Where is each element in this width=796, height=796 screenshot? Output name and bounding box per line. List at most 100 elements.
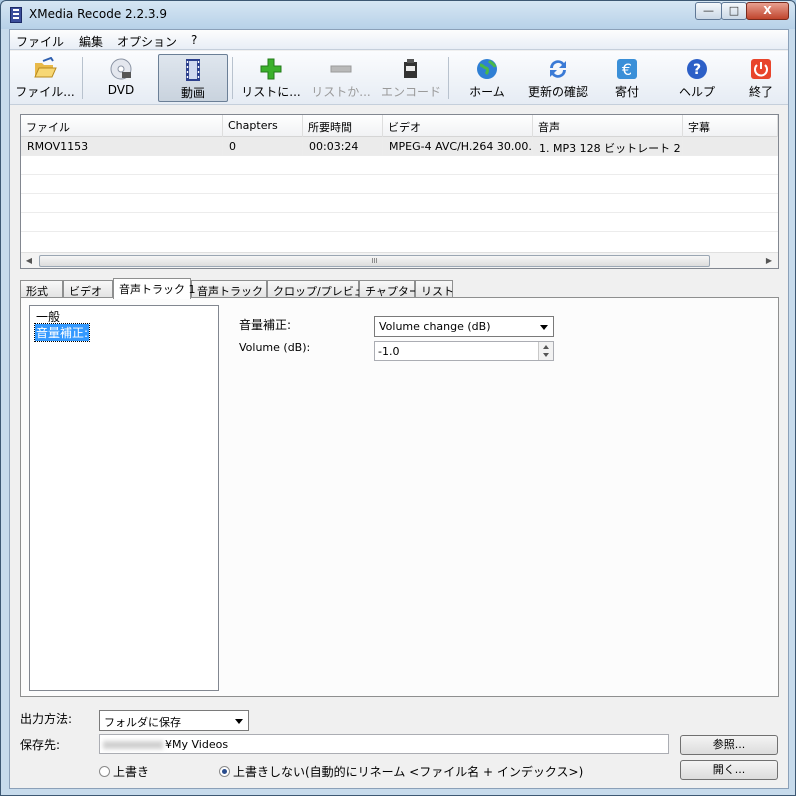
horizontal-scrollbar[interactable]: ◀ III ▶ — [21, 252, 778, 268]
title-bar[interactable]: XMedia Recode 2.2.3.9 — □ X — [1, 1, 795, 29]
table-row — [21, 232, 778, 251]
plus-icon — [260, 58, 282, 80]
radio-dot-selected — [219, 766, 230, 777]
audio-track-panel: 一般 音量補正: 音量補正: Volume change (dB) Volume… — [20, 297, 779, 697]
tab-chapters[interactable]: チャプター — [359, 280, 420, 298]
file-list[interactable]: ファイル Chapters 所要時間 ビデオ 音声 字幕 RMOV1153 0 … — [20, 114, 779, 269]
film-icon — [186, 59, 200, 81]
save-path-value: ¥My Videos — [165, 738, 229, 751]
column-subtitle[interactable]: 字幕 — [683, 115, 778, 137]
tab-list[interactable]: リスト — [415, 280, 454, 298]
exit-button[interactable]: 終了 — [736, 54, 786, 102]
open-file-button[interactable]: ファイル... — [12, 54, 78, 102]
tab-audio-track-1[interactable]: 音声トラック 1 — [113, 278, 196, 299]
volume-correction-label: 音量補正: — [239, 318, 292, 332]
no-overwrite-radio[interactable]: 上書きしない(自動的にリネーム <ファイル名 + インデックス>) — [219, 763, 583, 780]
tab-audio-track-2[interactable]: 音声トラック 2 — [191, 280, 274, 298]
settings-tree[interactable]: 一般 音量補正: — [29, 305, 219, 691]
encode-button[interactable]: エンコード — [376, 54, 446, 102]
app-window: XMedia Recode 2.2.3.9 — □ X ファイル 編集 オプショ… — [0, 0, 796, 796]
toolbar-separator — [82, 57, 83, 99]
film-strip-icon — [10, 7, 22, 23]
help-icon: ? — [687, 59, 707, 79]
menu-file[interactable]: ファイル — [16, 33, 64, 50]
output-method-label: 出力方法: — [20, 712, 73, 726]
save-path-field[interactable]: ¥My Videos — [99, 734, 669, 754]
chevron-down-icon — [235, 719, 243, 724]
table-row — [21, 156, 778, 175]
column-chapters[interactable]: Chapters — [223, 115, 303, 137]
scroll-thumb[interactable]: III — [39, 255, 710, 267]
browse-button[interactable]: 参照... — [680, 735, 778, 755]
table-row — [21, 213, 778, 232]
cell-duration: 00:03:24 — [303, 137, 383, 156]
chevron-down-icon — [540, 325, 548, 330]
cell-video: MPEG-4 AVC/H.264 30.00... — [383, 137, 533, 156]
svg-text:€: € — [622, 60, 632, 79]
column-video[interactable]: ビデオ — [383, 115, 533, 137]
table-row — [21, 194, 778, 213]
volume-db-label: Volume (dB): — [239, 341, 311, 354]
volume-db-value: -1.0 — [378, 345, 400, 358]
scroll-left-icon[interactable]: ◀ — [23, 255, 35, 267]
tree-item-general[interactable]: 一般 — [35, 308, 61, 325]
redacted-path-segment — [103, 741, 163, 749]
help-button[interactable]: ? ヘルプ — [666, 54, 728, 102]
volume-db-stepper[interactable]: -1.0 — [374, 341, 554, 361]
svg-text:?: ? — [693, 62, 701, 78]
column-duration[interactable]: 所要時間 — [303, 115, 383, 137]
cell-audio: 1. MP3 128 ビットレート 2 ... — [533, 137, 683, 156]
table-row[interactable]: RMOV1153 0 00:03:24 MPEG-4 AVC/H.264 30.… — [21, 137, 778, 156]
minimize-button[interactable]: — — [695, 2, 722, 20]
globe-icon — [477, 59, 497, 79]
overwrite-radio[interactable]: 上書き — [99, 763, 149, 780]
volume-correction-select[interactable]: Volume change (dB) — [374, 316, 554, 337]
window-title: XMedia Recode 2.2.3.9 — [29, 7, 167, 21]
tab-crop-preview[interactable]: クロップ/プレビュー — [267, 280, 376, 298]
dvd-disc-icon — [110, 58, 132, 80]
close-button[interactable]: X — [746, 2, 789, 20]
tab-video[interactable]: ビデオ — [63, 280, 113, 298]
arrow-down-icon — [543, 353, 549, 357]
menu-options[interactable]: オプション — [117, 33, 177, 50]
scroll-right-icon[interactable]: ▶ — [763, 255, 775, 267]
menu-help[interactable]: ? — [191, 33, 197, 47]
open-button[interactable]: 開く... — [680, 760, 778, 780]
donate-button[interactable]: € 寄付 — [598, 54, 656, 102]
overwrite-label: 上書き — [113, 765, 150, 779]
folder-open-icon — [34, 57, 57, 78]
maximize-button[interactable]: □ — [721, 2, 747, 20]
refresh-icon — [550, 60, 566, 78]
encode-icon — [404, 59, 417, 78]
power-icon — [751, 59, 771, 79]
minus-icon — [330, 65, 352, 73]
arrow-up-icon — [543, 345, 549, 349]
no-overwrite-label: 上書きしない(自動的にリネーム <ファイル名 + インデックス>) — [233, 765, 584, 779]
column-audio[interactable]: 音声 — [533, 115, 683, 137]
output-method-select[interactable]: フォルダに保存 — [99, 710, 249, 731]
menu-edit[interactable]: 編集 — [79, 33, 103, 50]
add-to-list-button[interactable]: リストに... — [236, 54, 306, 102]
spin-buttons[interactable] — [538, 342, 553, 360]
toolbar-separator — [232, 57, 233, 99]
file-list-header: ファイル Chapters 所要時間 ビデオ 音声 字幕 — [21, 115, 778, 137]
toolbar: ファイル... DVD 動画 リストに... リストか... エンコード ホーム… — [10, 51, 788, 105]
home-button[interactable]: ホーム — [456, 54, 518, 102]
cell-chapters: 0 — [223, 137, 303, 156]
menu-bar: ファイル 編集 オプション ? — [10, 30, 788, 50]
remove-from-list-button[interactable]: リストか... — [306, 54, 376, 102]
cell-subtitle — [683, 137, 778, 156]
table-row — [21, 175, 778, 194]
cell-file: RMOV1153 — [21, 137, 223, 156]
tree-item-volume-correction[interactable]: 音量補正: — [33, 323, 91, 342]
toolbar-separator — [448, 57, 449, 99]
tab-format[interactable]: 形式 — [20, 280, 63, 298]
save-location-label: 保存先: — [20, 738, 61, 752]
video-button[interactable]: 動画 — [158, 54, 228, 102]
output-method-value: フォルダに保存 — [104, 716, 181, 729]
check-update-button[interactable]: 更新の確認 — [522, 54, 594, 102]
dvd-button[interactable]: DVD — [88, 54, 154, 102]
euro-icon: € — [617, 59, 637, 79]
radio-dot — [99, 766, 110, 777]
column-file[interactable]: ファイル — [21, 115, 223, 137]
